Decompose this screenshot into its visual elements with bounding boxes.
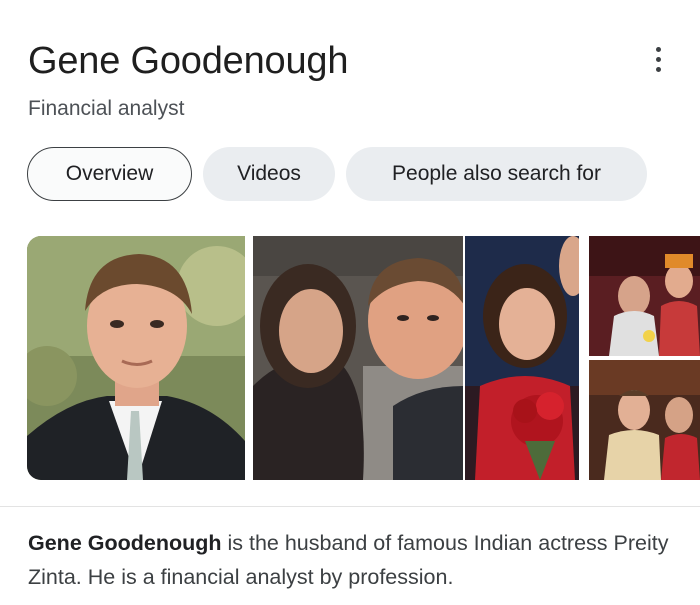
description-bold-name: Gene Goodenough — [28, 531, 222, 555]
section-divider — [0, 506, 700, 507]
red-dress-bouquet-photo[interactable] — [465, 236, 579, 480]
more-vert-icon-dot — [655, 66, 661, 72]
portrait-photo[interactable] — [27, 236, 245, 480]
more-options-button[interactable] — [640, 40, 676, 78]
more-vert-icon — [655, 46, 661, 52]
knowledge-panel: Gene Goodenough Financial analyst Overvi… — [0, 0, 700, 605]
more-vert-icon-dot — [655, 56, 661, 62]
entity-subtitle: Financial analyst — [28, 97, 185, 120]
tab-videos[interactable]: Videos — [203, 147, 335, 201]
entity-title: Gene Goodenough — [28, 40, 349, 82]
wedding-couple-photo[interactable] — [589, 360, 700, 480]
entity-description: Gene Goodenough is the husband of famous… — [28, 526, 678, 594]
wedding-ceremony-photo[interactable] — [589, 236, 700, 356]
couple-selfie-photo[interactable] — [253, 236, 463, 480]
tab-overview[interactable]: Overview — [27, 147, 192, 201]
tab-people-also-search-for[interactable]: People also search for — [346, 147, 647, 201]
